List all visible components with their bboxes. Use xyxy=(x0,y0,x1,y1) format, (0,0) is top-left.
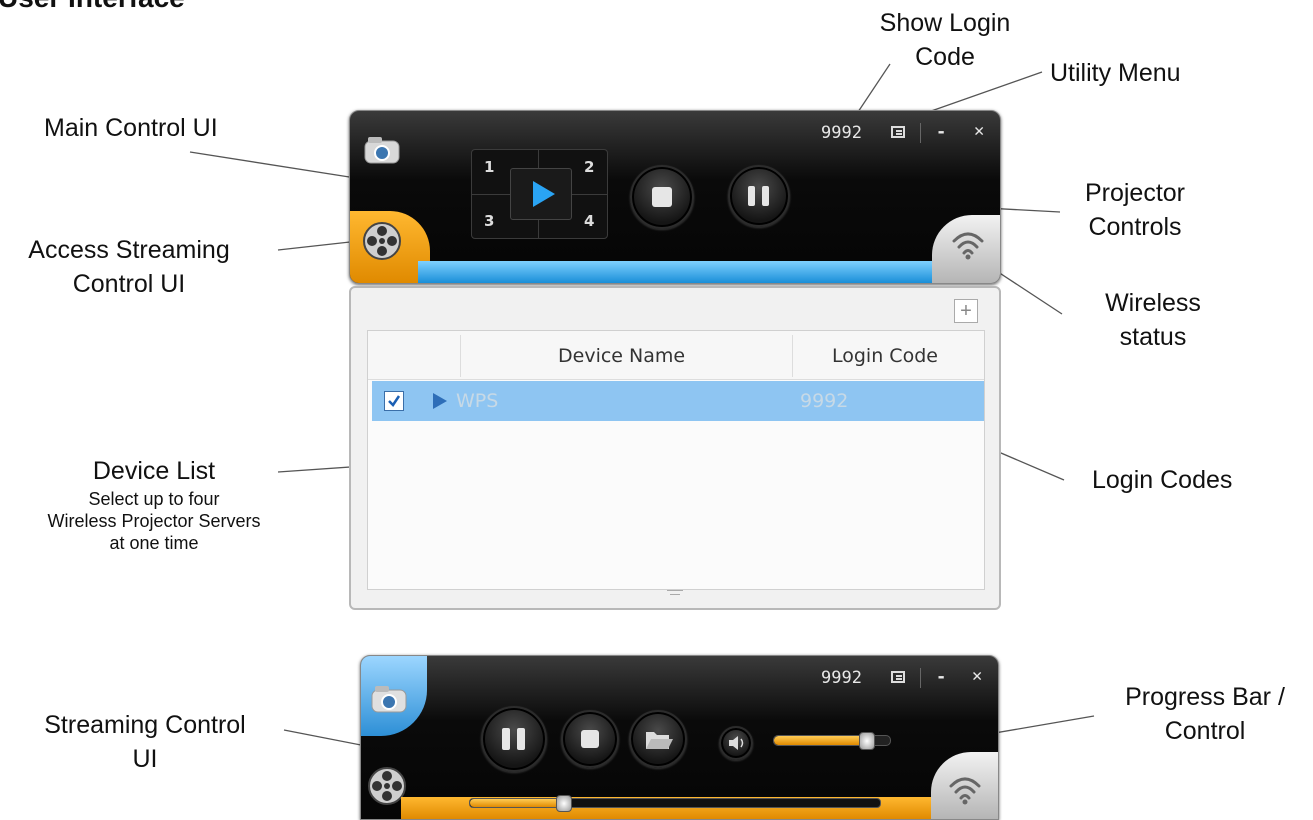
minimize-button[interactable]: - xyxy=(936,667,946,687)
pause-icon-bar xyxy=(762,186,769,206)
projector-icon[interactable] xyxy=(362,133,402,167)
folder-open-icon xyxy=(646,732,673,749)
add-device-button[interactable]: + xyxy=(954,299,978,323)
progress-bar-knob[interactable] xyxy=(556,795,573,812)
device-name-cell: WPS xyxy=(456,390,499,412)
label-streaming-control-ui: Streaming Control UI xyxy=(44,711,246,773)
login-code-display[interactable]: 9992 xyxy=(821,123,862,143)
quadrant-2-button[interactable]: 2 xyxy=(584,158,594,176)
status-blue-bar xyxy=(418,261,938,283)
check-icon xyxy=(388,395,401,407)
label-main-control-ui: Main Control UI xyxy=(44,114,218,142)
device-table: Device Name Login Code WPS 9992 xyxy=(367,330,985,590)
label-device-list: Device List Select up to four Wireless P… xyxy=(4,454,304,554)
device-list-desc-line: at one time xyxy=(109,533,199,553)
col-login-code[interactable]: Login Code xyxy=(832,345,938,367)
close-button[interactable]: ✕ xyxy=(972,666,982,686)
label-projector-controls: Projector Controls xyxy=(1084,179,1186,241)
stop-icon xyxy=(581,730,599,748)
label-login-codes: Login Codes xyxy=(1092,466,1233,494)
utility-menu-icon[interactable] xyxy=(891,671,905,683)
label-utility-menu: Utility Menu xyxy=(1050,59,1181,87)
streaming-control-panel: 9992 - ✕ xyxy=(360,655,999,820)
pause-button[interactable] xyxy=(728,165,790,227)
pause-icon xyxy=(502,728,510,750)
minimize-button[interactable]: - xyxy=(936,122,946,142)
table-row[interactable]: WPS 9992 xyxy=(372,381,984,421)
label-show-login-code: Show Login Code xyxy=(879,9,1011,71)
play-button[interactable] xyxy=(510,168,572,220)
row-checkbox[interactable] xyxy=(384,391,404,411)
col-device-name[interactable]: Device Name xyxy=(558,345,685,367)
label-wireless-status: Wireless status xyxy=(1105,289,1201,351)
volume-button[interactable] xyxy=(719,726,753,760)
open-file-button[interactable] xyxy=(629,710,687,768)
stream-stop-button[interactable] xyxy=(561,710,619,768)
volume-slider-fill xyxy=(774,736,867,745)
quadrant-1-button[interactable]: 1 xyxy=(484,158,494,176)
device-arrow-icon xyxy=(430,391,450,416)
resize-grip-icon[interactable] xyxy=(667,590,683,596)
divider xyxy=(920,123,921,143)
login-code-cell: 9992 xyxy=(800,390,849,412)
close-button[interactable]: ✕ xyxy=(974,121,984,141)
film-reel-icon[interactable] xyxy=(362,221,402,261)
device-list-desc-line: Select up to four xyxy=(88,489,220,509)
volume-slider-knob[interactable] xyxy=(858,732,875,750)
pause-icon-bar xyxy=(517,728,525,750)
play-icon xyxy=(533,181,555,207)
device-list-window: + Device Name Login Code WPS 9992 xyxy=(349,286,1001,610)
quadrant-4-button[interactable]: 4 xyxy=(584,212,594,230)
header-divider xyxy=(792,335,793,377)
line-wireless-status xyxy=(991,267,1063,315)
label-progress-bar: Progress Bar / Control xyxy=(1125,683,1285,745)
login-code-display[interactable]: 9992 xyxy=(821,668,862,688)
divider xyxy=(920,668,921,688)
volume-slider-track[interactable] xyxy=(773,732,891,750)
utility-menu-icon[interactable] xyxy=(891,126,905,138)
stop-icon xyxy=(652,187,672,207)
device-list-desc-line: Wireless Projector Servers xyxy=(47,511,261,531)
wifi-icon xyxy=(947,774,983,806)
stop-button[interactable] xyxy=(630,165,694,229)
quadrant-selector: 1 2 3 4 xyxy=(471,149,608,239)
label-access-streaming: Access Streaming Control UI xyxy=(28,236,230,298)
progress-bar-track[interactable] xyxy=(469,795,881,812)
header-divider xyxy=(460,335,461,377)
wifi-icon xyxy=(950,229,986,261)
stream-pause-button[interactable] xyxy=(481,706,547,772)
progress-bar-fill xyxy=(470,799,565,807)
projector-icon[interactable] xyxy=(369,682,409,716)
quadrant-3-button[interactable]: 3 xyxy=(484,212,494,230)
pause-icon xyxy=(748,186,755,206)
main-control-panel: 9992 - ✕ 1 2 3 4 xyxy=(349,110,1001,284)
speaker-icon xyxy=(729,736,744,750)
